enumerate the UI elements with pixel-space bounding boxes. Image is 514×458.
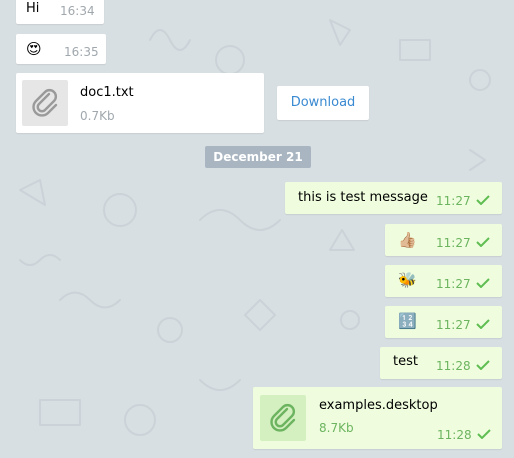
outgoing-message[interactable]: 👍🏼 11:27: [385, 224, 502, 256]
message-time: 11:28: [437, 428, 472, 442]
emoji-bee: 🐝: [398, 271, 417, 289]
date-separator: December 21: [205, 146, 311, 168]
read-check-icon: [476, 360, 490, 370]
message-time: 11:28: [436, 359, 471, 373]
read-check-icon: [476, 195, 490, 205]
read-check-icon: [476, 278, 490, 288]
read-check-icon: [477, 429, 491, 439]
paperclip-icon: [270, 404, 296, 432]
read-check-icon: [476, 319, 490, 329]
read-check-icon: [476, 237, 490, 247]
file-size: 8.7Kb: [319, 421, 354, 435]
message-time: 11:27: [436, 194, 471, 208]
file-name: examples.desktop: [319, 398, 438, 413]
incoming-message[interactable]: 😍 16:35: [16, 34, 106, 64]
file-size: 0.7Kb: [80, 109, 115, 123]
paperclip-icon: [32, 89, 58, 117]
outgoing-message[interactable]: test 11:28: [380, 347, 502, 379]
message-time: 16:35: [64, 45, 99, 59]
download-button[interactable]: Download: [277, 86, 369, 120]
outgoing-message[interactable]: 🐝 11:27: [385, 265, 502, 297]
incoming-message[interactable]: Hi 16:34: [16, 0, 104, 24]
outgoing-message[interactable]: 🔢 11:27: [385, 306, 502, 338]
file-thumbnail[interactable]: [22, 80, 68, 126]
file-thumbnail[interactable]: [260, 395, 306, 441]
emoji-heart-eyes: 😍: [26, 40, 42, 58]
incoming-file-message[interactable]: doc1.txt 0.7Kb: [16, 73, 264, 133]
message-text: Hi: [26, 1, 40, 16]
file-name: doc1.txt: [80, 85, 134, 100]
message-time: 11:27: [436, 277, 471, 291]
message-text: this is test message: [298, 190, 428, 205]
message-time: 16:34: [60, 4, 95, 18]
emoji-thumbs-up: 👍🏼: [398, 231, 417, 249]
outgoing-file-message[interactable]: examples.desktop 8.7Kb 11:28: [253, 387, 502, 449]
message-time: 11:27: [436, 318, 471, 332]
outgoing-message[interactable]: this is test message 11:27: [285, 182, 502, 214]
message-time: 11:27: [436, 236, 471, 250]
emoji-input-numbers: 🔢: [398, 312, 417, 330]
message-text: test: [393, 354, 418, 369]
